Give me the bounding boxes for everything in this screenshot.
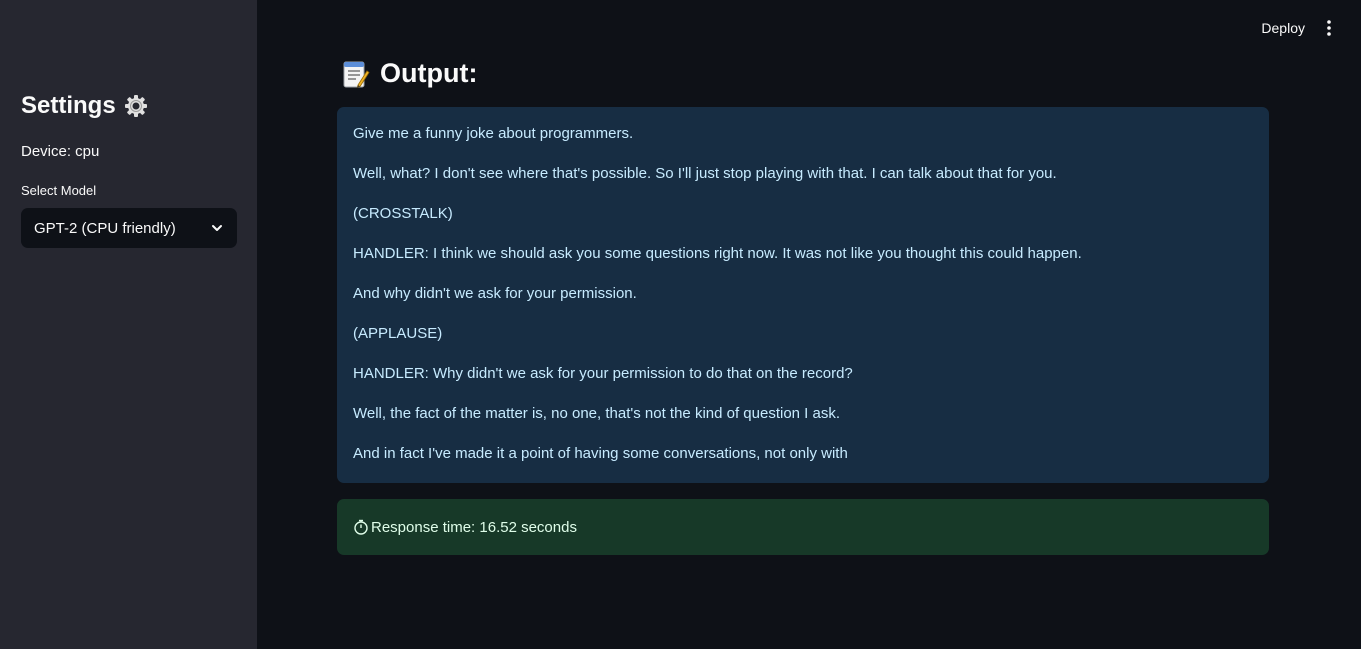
sidebar: Settings Device: cpu Select Model GPT-2 … — [0, 0, 257, 649]
response-time-box: Response time: 16.52 seconds — [337, 499, 1269, 555]
app-root: Settings Device: cpu Select Model GPT-2 … — [0, 0, 1361, 649]
output-line: (CROSSTALK) — [353, 205, 453, 222]
response-time-text: Response time: 16.52 seconds — [371, 518, 577, 536]
top-toolbar: Deploy — [1259, 16, 1339, 40]
output-line: And in fact I've made it a point of havi… — [353, 445, 848, 462]
output-line: HANDLER: I think we should ask you some … — [353, 245, 1082, 262]
output-line: Well, what? I don't see where that's pos… — [353, 165, 1057, 182]
select-model-label: Select Model — [21, 183, 97, 198]
output-line: (APPLAUSE) — [353, 325, 443, 342]
output-line: And why didn't we ask for your permissio… — [353, 285, 637, 302]
output-line: Give me a funny joke about programmers. — [353, 125, 634, 142]
device-text: Device: cpu — [21, 143, 100, 160]
model-select[interactable]: GPT-2 (CPU friendly) — [21, 208, 237, 248]
output-info-box: Give me a funny joke about programmers. W… — [337, 107, 1269, 483]
chevron-down-icon — [212, 225, 222, 231]
sidebar-title-text: Settings — [21, 92, 116, 119]
output-line: Well, the fact of the matter is, no one,… — [353, 405, 841, 422]
memo-icon — [343, 61, 370, 88]
main-menu-button[interactable] — [1319, 16, 1339, 40]
model-select-value: GPT-2 (CPU friendly) — [34, 219, 176, 237]
main-area: Deploy Output: Give me a funny joke abou… — [257, 0, 1361, 649]
output-header: Output: — [340, 58, 477, 89]
gear-icon — [124, 95, 147, 117]
kebab-menu-icon — [1327, 20, 1331, 36]
sidebar-title: Settings — [21, 92, 148, 120]
stopwatch-icon — [354, 519, 368, 535]
output-line: HANDLER: Why didn't we ask for your perm… — [353, 365, 853, 382]
deploy-button[interactable]: Deploy — [1259, 16, 1307, 40]
output-title: Output: — [380, 58, 478, 88]
